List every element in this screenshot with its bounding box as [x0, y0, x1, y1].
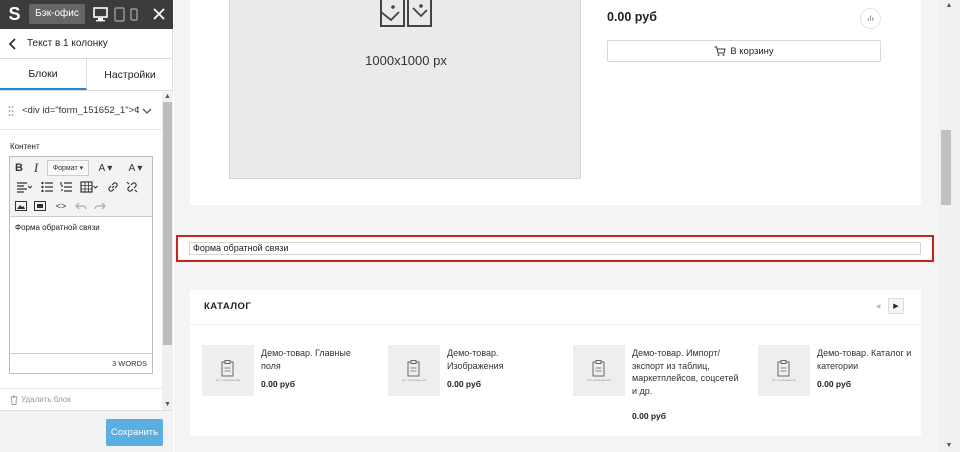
product-image-placeholder[interactable]: 1000x1000 px	[229, 0, 581, 179]
no-image-caption: Нет изображения	[401, 378, 427, 382]
product-price: 0.00 руб	[607, 10, 657, 24]
delete-block-label: Удалить блок	[21, 395, 71, 404]
no-image-icon	[221, 360, 234, 377]
editor-panel: S Бэк-офис Текст в 1 колонку Блоки Настр…	[0, 0, 173, 452]
catalog-item-price: 0.00 руб	[261, 379, 295, 389]
catalog-divider	[190, 324, 921, 325]
align-icon[interactable]	[14, 179, 34, 195]
catalog-item[interactable]: Нет изображения Демо-товар. Импорт/экспо…	[573, 345, 753, 425]
no-image-caption: Нет изображения	[771, 378, 797, 382]
catalog-item[interactable]: Нет изображения Демо-товар. Изображения …	[388, 345, 568, 425]
catalog-item-price: 0.00 руб	[817, 379, 851, 389]
phone-icon[interactable]	[130, 6, 138, 23]
chevron-down-icon[interactable]	[142, 107, 152, 115]
catalog-item-name[interactable]: Демо-товар. Изображения	[447, 347, 555, 372]
numbered-list-icon[interactable]	[59, 179, 73, 195]
trash-icon	[10, 395, 18, 405]
redo-icon[interactable]	[93, 198, 107, 214]
catalog-item[interactable]: Нет изображения Демо-товар. Каталог и ка…	[758, 345, 938, 425]
bold-button[interactable]: B	[12, 160, 26, 176]
save-button[interactable]: Сохранить	[106, 419, 163, 446]
tablet-icon[interactable]	[114, 6, 125, 23]
scroll-up-arrow-icon[interactable]: ▲	[162, 92, 173, 102]
catalog-item-thumbnail[interactable]: Нет изображения	[388, 345, 440, 396]
app-logo[interactable]: S	[5, 4, 24, 25]
editor-content[interactable]: Форма обратной связи	[10, 217, 152, 352]
no-image-icon	[777, 360, 790, 377]
image-size-label: 1000x1000 px	[365, 53, 447, 68]
page-preview: 1000x1000 px 0.00 руб В корзину Форма об…	[174, 0, 938, 452]
page-scrollbar-thumb[interactable]	[941, 130, 951, 205]
panel-scroll-area: <div id="form_151652_1">Ф... Контент B I…	[0, 92, 173, 410]
catalog-item-name[interactable]: Демо-товар. Импорт/экспорт из таблиц, ма…	[632, 347, 740, 397]
scroll-down-arrow-icon[interactable]: ▼	[162, 400, 173, 410]
content-label: Контент	[10, 142, 40, 151]
back-arrow-icon[interactable]	[8, 37, 18, 50]
italic-button[interactable]: I	[29, 160, 43, 176]
desktop-icon[interactable]	[93, 6, 108, 23]
catalog-item-thumbnail[interactable]: Нет изображения	[758, 345, 810, 396]
delete-block-button[interactable]: Удалить блок	[0, 388, 162, 410]
form-block-text[interactable]: Форма обратной связи	[189, 242, 921, 255]
source-code-button[interactable]: <>	[53, 198, 69, 214]
image-placeholder-icon	[380, 0, 432, 27]
table-icon[interactable]	[78, 179, 100, 195]
catalog-item-price: 0.00 руб	[632, 411, 666, 421]
add-to-cart-button[interactable]: В корзину	[607, 40, 881, 62]
product-card: 1000x1000 px 0.00 руб В корзину	[190, 0, 921, 205]
panel-scrollbar[interactable]: ▲ ▼	[162, 92, 173, 410]
unlink-icon[interactable]	[125, 179, 139, 195]
catalog-item-name[interactable]: Демо-товар. Главные поля	[261, 347, 369, 372]
catalog-title: КАТАЛОГ	[204, 301, 252, 312]
text-color-button[interactable]: A ▾	[92, 160, 119, 176]
editor-topbar: S Бэк-офис	[0, 0, 173, 29]
scroll-up-arrow-icon[interactable]: ▲	[938, 0, 960, 12]
format-dropdown[interactable]: Формат ▾	[47, 160, 89, 176]
catalog-item-thumbnail[interactable]: Нет изображения	[573, 345, 625, 396]
add-to-cart-label: В корзину	[730, 45, 774, 57]
background-color-button[interactable]: A ▾	[122, 160, 149, 176]
scrollbar-thumb[interactable]	[163, 102, 172, 345]
no-image-icon	[407, 360, 420, 377]
bullet-list-icon[interactable]	[40, 179, 54, 195]
catalog-item[interactable]: Нет изображения Демо-товар. Главные поля…	[202, 345, 382, 425]
undo-icon[interactable]	[74, 198, 88, 214]
editor-toolbar: B I Формат ▾ A ▾ A ▾ <>	[10, 157, 152, 217]
catalog-section: КАТАЛОГ ◀ ▶ Нет изображения Демо-товар. …	[190, 290, 921, 436]
link-icon[interactable]	[106, 179, 120, 195]
no-image-caption: Нет изображения	[215, 378, 241, 382]
backoffice-button[interactable]: Бэк-офис	[29, 4, 85, 24]
block-title: Текст в 1 колонку	[27, 38, 108, 49]
element-select-value: <div id="form_151652_1">Ф...	[22, 105, 139, 116]
cart-icon	[714, 46, 726, 56]
media-icon[interactable]	[33, 198, 47, 214]
element-select[interactable]: <div id="form_151652_1">Ф...	[0, 92, 162, 130]
panel-tabs: Блоки Настройки	[0, 58, 173, 91]
close-icon[interactable]	[152, 7, 166, 21]
carousel-next-button[interactable]: ▶	[888, 298, 904, 314]
word-count: 3 WORDS	[10, 353, 152, 373]
tab-settings[interactable]: Настройки	[87, 59, 173, 90]
compare-chart-icon[interactable]	[860, 8, 881, 29]
block-header: Текст в 1 колонку	[0, 29, 173, 58]
page-scrollbar[interactable]: ▲ ▼	[938, 0, 960, 452]
rich-text-editor[interactable]: B I Формат ▾ A ▾ A ▾ <> Форма обратной с…	[9, 156, 153, 374]
panel-footer: Сохранить	[0, 410, 173, 452]
catalog-item-thumbnail[interactable]: Нет изображения	[202, 345, 254, 396]
tab-blocks[interactable]: Блоки	[0, 59, 87, 90]
no-image-icon	[592, 360, 605, 377]
drag-handle-icon[interactable]	[8, 105, 14, 117]
catalog-item-name[interactable]: Демо-товар. Каталог и категории	[817, 347, 925, 372]
scroll-down-arrow-icon[interactable]: ▼	[938, 440, 960, 452]
no-image-caption: Нет изображения	[586, 378, 612, 382]
catalog-item-price: 0.00 руб	[447, 379, 481, 389]
image-icon[interactable]	[14, 198, 28, 214]
selected-form-block[interactable]: Форма обратной связи	[176, 235, 934, 262]
carousel-prev-button[interactable]: ◀	[870, 298, 886, 314]
